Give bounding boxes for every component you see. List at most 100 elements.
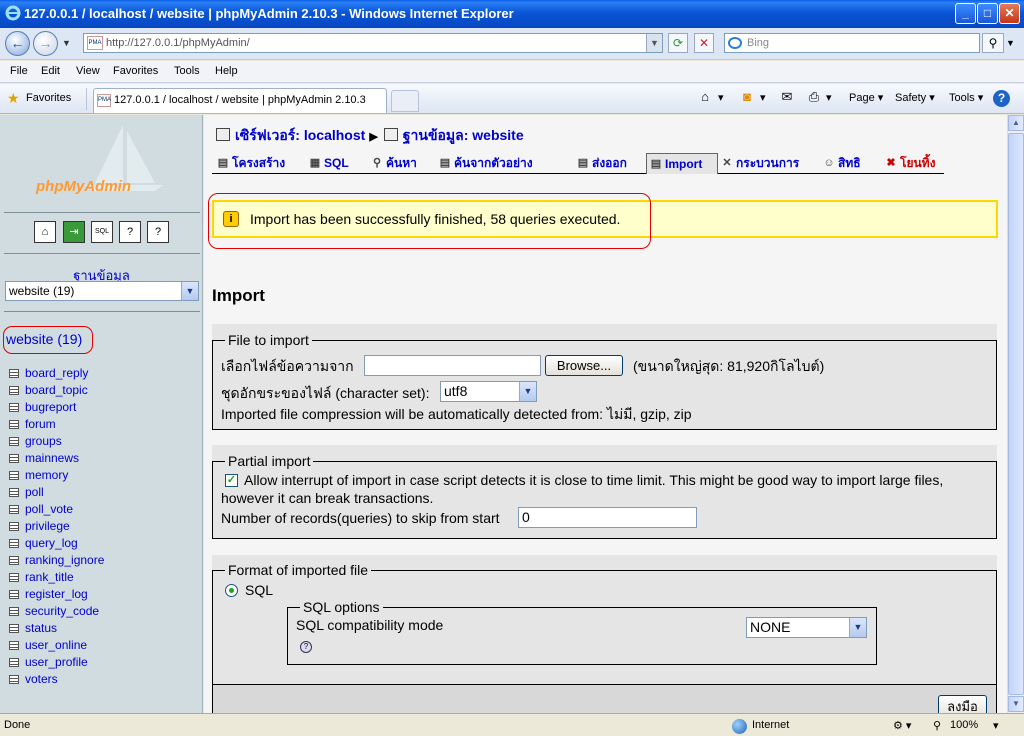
close-button[interactable]: ✕ [999,3,1020,24]
table-link[interactable]: privilege [9,519,70,536]
forward-button[interactable]: → [33,31,58,56]
new-tab-button[interactable] [391,90,419,112]
table-link[interactable]: status [9,621,57,638]
browse-button[interactable]: Browse... [545,355,623,376]
page-title: Import [212,286,265,305]
menu-help[interactable]: Help [215,65,238,77]
print-icon[interactable]: ⎙ [806,89,822,105]
table-link[interactable]: query_log [9,536,78,553]
tab-query-by-example[interactable]: ▤ ค้นจากตัวอย่าง [436,153,533,174]
table-link[interactable]: security_code [9,604,99,621]
sql-docs-icon[interactable]: ? [147,221,169,243]
exit-icon[interactable]: ⇥ [63,221,85,243]
compat-mode-select[interactable]: NONE ▼ [746,617,867,638]
chevron-down-icon[interactable]: ▼ [519,382,536,401]
tab-privileges[interactable]: ☺ สิทธิ [820,153,860,174]
sql-format-radio[interactable] [225,584,238,597]
tab-search[interactable]: ⚲ ค้นหา [368,153,417,174]
go-button[interactable]: ลงมือ [938,695,987,713]
help-icon[interactable]: ? [300,641,312,653]
documentation-icon[interactable]: ? [119,221,141,243]
table-link[interactable]: poll [9,485,44,502]
breadcrumb-database[interactable]: ฐานข้อมูล: website [403,127,524,143]
charset-select[interactable]: utf8 ▼ [440,381,537,402]
zoom-level[interactable]: 100% [950,719,978,731]
browser-tab[interactable]: PMA 127.0.0.1 / localhost / website | ph… [93,88,387,113]
maximize-button[interactable]: □ [977,3,998,24]
table-link[interactable]: user_online [9,638,87,655]
home-icon[interactable]: ⌂ [697,89,713,105]
sql-icon: ▦ [309,157,321,169]
stop-button[interactable]: ✕ [694,33,714,53]
table-link[interactable]: user_profile [9,655,88,672]
compat-mode-value: NONE [750,619,791,635]
back-button[interactable]: ← [5,31,30,56]
menu-edit[interactable]: Edit [41,65,60,77]
chevron-down-icon[interactable]: ▼ [849,618,866,637]
history-dropdown-icon[interactable]: ▼ [62,38,71,48]
allow-interrupt-checkbox[interactable]: ✓ [225,474,238,487]
zoom-icon[interactable]: ⚲ [933,719,941,732]
scroll-thumb[interactable] [1008,133,1024,695]
print-dropdown-icon[interactable]: ▾ [826,91,832,104]
table-link[interactable]: ranking_ignore [9,553,104,570]
tab-structure[interactable]: ▤ โครงสร้าง [214,153,285,174]
table-link[interactable]: memory [9,468,68,485]
feeds-dropdown-icon[interactable]: ▾ [760,91,766,104]
table-link[interactable]: forum [9,417,56,434]
safety-menu[interactable]: Safety ▾ [895,91,935,104]
favorites-button[interactable]: Favorites [26,92,71,104]
table-link[interactable]: board_reply [9,366,88,383]
home-icon[interactable]: ⌂ [34,221,56,243]
database-select[interactable]: website (19) ▼ [5,281,199,301]
address-dropdown-icon[interactable]: ▼ [646,34,662,52]
table-link[interactable]: mainnews [9,451,79,468]
scroll-down-icon[interactable]: ▼ [1008,696,1024,712]
table-link[interactable]: groups [9,434,62,451]
database-title-link[interactable]: website (19) [3,326,93,354]
menu-favorites[interactable]: Favorites [113,65,158,77]
tab-export[interactable]: ▤ ส่งออก [574,153,627,174]
refresh-button[interactable]: ⟳ [668,33,688,53]
menu-view[interactable]: View [76,65,100,77]
security-zone[interactable]: Internet [752,719,789,731]
favorites-star-icon[interactable]: ★ [7,90,20,107]
file-path-input[interactable] [364,355,541,376]
table-icon [9,573,19,582]
table-link[interactable]: rank_title [9,570,74,587]
home-dropdown-icon[interactable]: ▾ [718,91,724,104]
zoom-dropdown-icon[interactable]: ▾ [993,719,999,732]
protected-mode-icon[interactable]: ⚙ ▾ [893,719,911,732]
left-navigation-pane: phpMyAdmin ⌂ ⇥ SQL ? ? ฐานข้อมูล website… [0,115,203,713]
tab-sql[interactable]: ▦ SQL [306,153,349,174]
feeds-icon[interactable]: ◙ [739,89,755,105]
minimize-button[interactable]: _ [955,3,976,24]
phpmyadmin-logo[interactable]: phpMyAdmin [36,178,131,195]
table-link[interactable]: board_topic [9,383,88,400]
address-bar[interactable]: PMA http://127.0.0.1/phpMyAdmin/ ▼ [83,33,663,53]
skip-queries-input[interactable]: 0 [518,507,697,528]
vertical-scrollbar[interactable]: ▲ ▼ [1007,115,1024,713]
table-link[interactable]: register_log [9,587,88,604]
tab-operations[interactable]: ✕ กระบวนการ [718,153,799,174]
table-link[interactable]: bugreport [9,400,76,417]
query-window-icon[interactable]: SQL [91,221,113,243]
search-options-dropdown-icon[interactable]: ▼ [1006,38,1015,48]
tab-import[interactable]: ▤ Import [646,153,718,174]
help-icon[interactable]: ? [993,90,1010,107]
menu-tools[interactable]: Tools [174,65,200,77]
favorites-bar: ★ Favorites PMA 127.0.0.1 / localhost / … [0,84,1024,114]
page-menu[interactable]: Page ▾ [849,91,883,104]
mail-icon[interactable]: ✉ [779,89,795,105]
scroll-up-icon[interactable]: ▲ [1008,115,1024,131]
breadcrumb-server[interactable]: เซิร์ฟเวอร์: localhost [235,127,365,143]
table-link[interactable]: voters [9,672,58,689]
search-input[interactable]: Bing [724,33,980,53]
table-link[interactable]: poll_vote [9,502,73,519]
menu-file[interactable]: File [10,65,28,77]
chevron-down-icon[interactable]: ▼ [181,282,198,300]
sql-format-label: SQL [245,582,274,598]
tools-menu[interactable]: Tools ▾ [949,91,983,104]
tab-drop[interactable]: ✖ โยนทิ้ง [882,153,935,174]
search-button[interactable]: ⚲ [982,33,1004,53]
